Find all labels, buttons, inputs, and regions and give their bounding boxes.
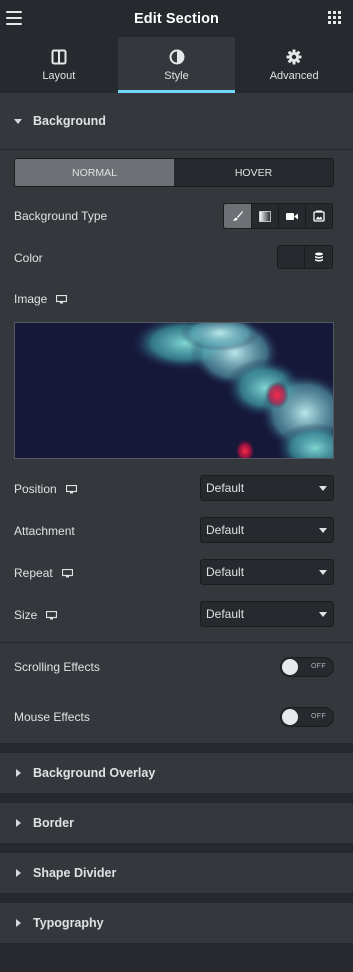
section-shape-divider-title: Shape Divider <box>33 866 117 880</box>
desktop-icon[interactable] <box>56 294 68 304</box>
brush-icon[interactable] <box>224 204 251 228</box>
desktop-icon[interactable] <box>61 568 73 578</box>
mouse-effects-label: Mouse Effects <box>14 710 90 724</box>
scrolling-effects-switch[interactable]: OFF <box>280 657 334 677</box>
slideshow-icon[interactable] <box>305 204 332 228</box>
repeat-label: Repeat <box>14 566 53 580</box>
chevron-down-icon <box>319 570 327 575</box>
chevron-down-icon <box>319 486 327 491</box>
section-border-header[interactable]: Border <box>0 803 353 843</box>
tab-advanced-label: Advanced <box>269 69 319 82</box>
panel-tabs: Layout Style Advanced <box>0 37 353 93</box>
tab-style-label: Style <box>164 69 189 82</box>
section-background-title: Background <box>33 114 106 128</box>
position-select[interactable]: Default <box>200 475 334 501</box>
position-value: Default <box>206 481 245 495</box>
divider <box>0 642 353 643</box>
size-select[interactable]: Default <box>200 601 334 627</box>
background-type-buttons <box>223 203 333 229</box>
switch-knob <box>282 709 298 725</box>
hamburger-icon[interactable] <box>6 11 22 25</box>
repeat-select[interactable]: Default <box>200 559 334 585</box>
grid-icon[interactable] <box>328 11 341 24</box>
section-background-header[interactable]: Background <box>0 93 353 149</box>
panel-header: Edit Section <box>0 0 353 37</box>
caret-right-icon <box>16 769 21 777</box>
switch-state: OFF <box>311 713 326 720</box>
state-hover-tab[interactable]: HOVER <box>174 159 333 186</box>
scrolling-effects-label: Scrolling Effects <box>14 660 100 674</box>
section-shape-divider-header[interactable]: Shape Divider <box>0 853 353 893</box>
image-label-row: Image <box>14 292 68 306</box>
gradient-icon[interactable] <box>251 204 278 228</box>
section-background-overlay-header[interactable]: Background Overlay <box>0 753 353 793</box>
section-background-overlay-title: Background Overlay <box>33 766 156 780</box>
tab-advanced[interactable]: Advanced <box>235 37 353 93</box>
section-typography-title: Typography <box>33 916 104 930</box>
tab-layout[interactable]: Layout <box>0 37 118 93</box>
repeat-label-row: Repeat <box>14 566 73 580</box>
position-label-row: Position <box>14 482 77 496</box>
image-preview-graphic <box>15 323 333 458</box>
color-control <box>277 245 333 269</box>
caret-right-icon <box>16 869 21 877</box>
attachment-label: Attachment <box>14 524 75 538</box>
panel-title: Edit Section <box>134 10 219 27</box>
desktop-icon[interactable] <box>46 610 58 620</box>
section-background-body: NORMAL HOVER Background Type Color Image… <box>0 149 353 743</box>
switch-knob <box>282 659 298 675</box>
desktop-icon[interactable] <box>65 484 77 494</box>
size-value: Default <box>206 607 245 621</box>
background-image-preview[interactable] <box>14 322 334 459</box>
tab-style[interactable]: Style <box>117 37 236 93</box>
gear-icon <box>286 49 302 64</box>
caret-down-icon <box>14 118 22 124</box>
position-label: Position <box>14 482 57 496</box>
global-colors-icon[interactable] <box>305 246 332 268</box>
repeat-value: Default <box>206 565 245 579</box>
section-border-title: Border <box>33 816 74 830</box>
background-type-label: Background Type <box>14 209 108 223</box>
size-label: Size <box>14 608 38 622</box>
section-typography-header[interactable]: Typography <box>0 903 353 943</box>
attachment-value: Default <box>206 523 245 537</box>
chevron-down-icon <box>319 528 327 533</box>
size-label-row: Size <box>14 608 58 622</box>
layout-columns-icon <box>51 49 67 64</box>
divider <box>0 149 353 150</box>
half-circle-icon <box>169 49 184 64</box>
state-toggle: NORMAL HOVER <box>14 158 334 187</box>
switch-state: OFF <box>311 663 326 670</box>
chevron-down-icon <box>319 612 327 617</box>
video-icon[interactable] <box>278 204 305 228</box>
caret-right-icon <box>16 819 21 827</box>
color-label: Color <box>14 251 43 265</box>
caret-right-icon <box>16 919 21 927</box>
image-label: Image <box>14 292 48 306</box>
mouse-effects-switch[interactable]: OFF <box>280 707 334 727</box>
state-normal-tab[interactable]: NORMAL <box>15 159 174 186</box>
attachment-select[interactable]: Default <box>200 517 334 543</box>
tab-layout-label: Layout <box>42 69 76 82</box>
color-swatch[interactable] <box>278 246 305 268</box>
